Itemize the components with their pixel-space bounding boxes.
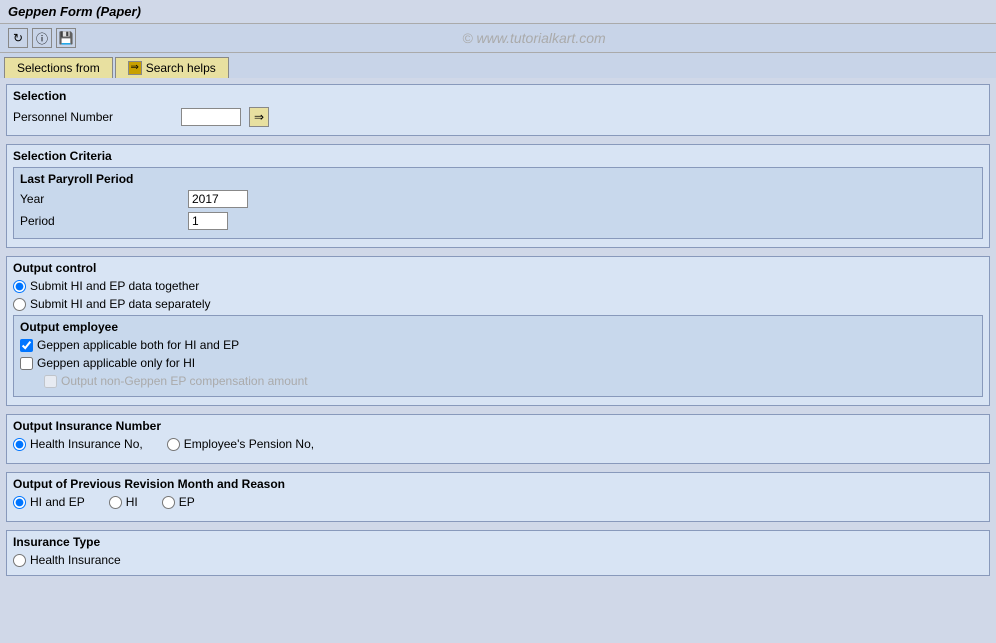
- title-bar: Geppen Form (Paper): [0, 0, 996, 24]
- toolbar: ↻ ⓘ 💾 © www.tutorialkart.com: [0, 24, 996, 53]
- pension-no-row: Employee's Pension No,: [167, 437, 314, 451]
- submit-separately-label: Submit HI and EP data separately: [30, 297, 211, 311]
- save-icon[interactable]: 💾: [56, 28, 76, 48]
- output-non-geppen-label: Output non-Geppen EP compensation amount: [61, 374, 308, 388]
- health-insurance-no-label: Health Insurance No,: [30, 437, 143, 451]
- prev-revision-radio-row: HI and EP HI EP: [13, 495, 983, 513]
- submit-together-label: Submit HI and EP data together: [30, 279, 199, 293]
- window-title: Geppen Form (Paper): [8, 4, 141, 19]
- hi-only-label: HI: [126, 495, 138, 509]
- insurance-type-section: Insurance Type Health Insurance: [6, 530, 990, 576]
- search-helps-arrow-icon: ⇒: [128, 61, 142, 75]
- health-insurance-no-radio[interactable]: [13, 438, 26, 451]
- period-label: Period: [20, 214, 180, 228]
- info-icon[interactable]: ⓘ: [32, 28, 52, 48]
- personnel-navigate-btn[interactable]: ⇒: [249, 107, 269, 127]
- selection-section: Selection Personnel Number ⇒: [6, 84, 990, 136]
- back-icon[interactable]: ↻: [8, 28, 28, 48]
- ep-only-label: EP: [179, 495, 195, 509]
- pension-no-radio[interactable]: [167, 438, 180, 451]
- tab-selections-from[interactable]: Selections from: [4, 57, 113, 78]
- year-label: Year: [20, 192, 180, 206]
- output-non-geppen-checkbox[interactable]: [44, 375, 57, 388]
- submit-separately-radio[interactable]: [13, 298, 26, 311]
- output-employee-label: Output employee: [20, 320, 976, 334]
- output-prev-revision-section: Output of Previous Revision Month and Re…: [6, 472, 990, 522]
- hi-and-ep-label: HI and EP: [30, 495, 85, 509]
- health-insurance-no-row: Health Insurance No,: [13, 437, 143, 451]
- last-payroll-period-box: Last Paryroll Period Year Period: [13, 167, 983, 239]
- last-payroll-period-label: Last Paryroll Period: [20, 172, 976, 186]
- hi-and-ep-radio[interactable]: [13, 496, 26, 509]
- output-employee-box: Output employee Geppen applicable both f…: [13, 315, 983, 397]
- hi-only-row: HI: [109, 495, 138, 509]
- ep-only-row: EP: [162, 495, 195, 509]
- output-insurance-label: Output Insurance Number: [13, 419, 983, 433]
- hi-and-ep-row: HI and EP: [13, 495, 85, 509]
- geppen-only-hi-label: Geppen applicable only for HI: [37, 356, 195, 370]
- insurance-radio-row: Health Insurance No, Employee's Pension …: [13, 437, 983, 455]
- output-non-geppen-row: Output non-Geppen EP compensation amount: [20, 374, 976, 388]
- tab-search-helps-label: Search helps: [146, 61, 216, 75]
- year-input[interactable]: [188, 190, 248, 208]
- submit-together-radio[interactable]: [13, 280, 26, 293]
- hi-only-radio[interactable]: [109, 496, 122, 509]
- period-input[interactable]: [188, 212, 228, 230]
- output-prev-revision-label: Output of Previous Revision Month and Re…: [13, 477, 983, 491]
- output-control-label: Output control: [13, 261, 983, 275]
- health-insurance-type-label: Health Insurance: [30, 553, 121, 567]
- watermark: © www.tutorialkart.com: [80, 30, 988, 46]
- ep-only-radio[interactable]: [162, 496, 175, 509]
- year-row: Year: [20, 190, 976, 208]
- geppen-both-checkbox[interactable]: [20, 339, 33, 352]
- period-row: Period: [20, 212, 976, 230]
- tab-search-helps[interactable]: ⇒ Search helps: [115, 57, 229, 78]
- selection-criteria-section: Selection Criteria Last Paryroll Period …: [6, 144, 990, 248]
- geppen-both-label: Geppen applicable both for HI and EP: [37, 338, 239, 352]
- output-insurance-section: Output Insurance Number Health Insurance…: [6, 414, 990, 464]
- personnel-number-input[interactable]: [181, 108, 241, 126]
- pension-no-label: Employee's Pension No,: [184, 437, 314, 451]
- tab-selections-from-label: Selections from: [17, 61, 100, 75]
- health-insurance-type-radio[interactable]: [13, 554, 26, 567]
- personnel-number-row: Personnel Number ⇒: [13, 107, 983, 127]
- insurance-type-label: Insurance Type: [13, 535, 983, 549]
- submit-together-row: Submit HI and EP data together: [13, 279, 983, 293]
- submit-separately-row: Submit HI and EP data separately: [13, 297, 983, 311]
- main-content: Selection Personnel Number ⇒ Selection C…: [0, 78, 996, 590]
- selection-criteria-label: Selection Criteria: [13, 149, 983, 163]
- geppen-only-hi-checkbox[interactable]: [20, 357, 33, 370]
- personnel-number-label: Personnel Number: [13, 110, 173, 124]
- geppen-only-hi-row: Geppen applicable only for HI: [20, 356, 976, 370]
- selection-section-label: Selection: [13, 89, 983, 103]
- output-control-section: Output control Submit HI and EP data tog…: [6, 256, 990, 406]
- health-insurance-type-row: Health Insurance: [13, 553, 983, 567]
- tab-bar: Selections from ⇒ Search helps: [0, 53, 996, 78]
- geppen-both-row: Geppen applicable both for HI and EP: [20, 338, 976, 352]
